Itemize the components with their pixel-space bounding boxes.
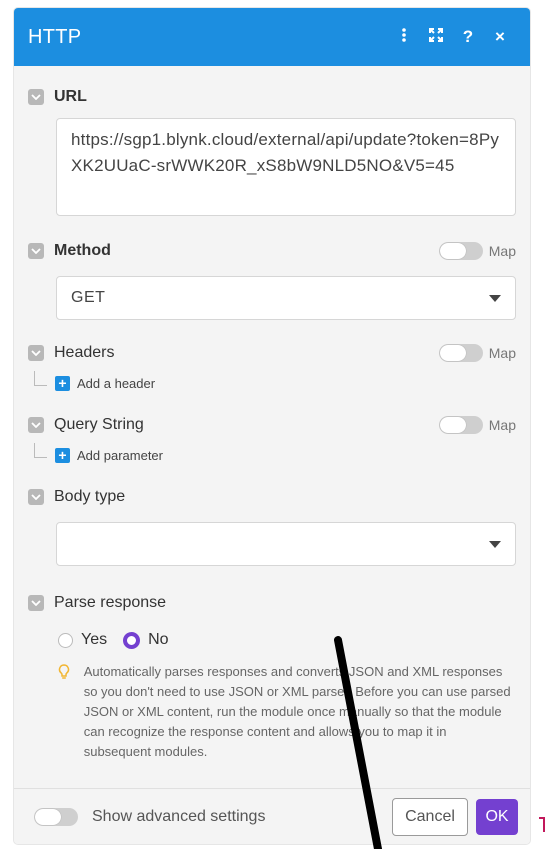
chevron-down-icon[interactable]	[28, 595, 44, 611]
more-vertical-icon[interactable]	[388, 27, 420, 48]
query-string-map-toggle[interactable]: Map	[438, 416, 516, 434]
add-parameter-button[interactable]: + Add parameter	[34, 442, 516, 468]
method-select[interactable]: GET	[56, 276, 516, 320]
method-section-header: Method Map	[28, 238, 516, 264]
panel-title: HTTP	[28, 25, 82, 48]
help-icon[interactable]: ?	[452, 27, 484, 47]
edge-marker	[539, 817, 545, 832]
lightbulb-icon	[58, 662, 74, 762]
plus-icon: +	[55, 375, 70, 391]
url-input[interactable]: https://sgp1.blynk.cloud/external/api/up…	[56, 118, 516, 216]
body-type-section-header: Body type	[28, 484, 516, 510]
map-label: Map	[488, 243, 516, 259]
radio-yes[interactable]	[58, 632, 73, 648]
chevron-down-icon[interactable]	[28, 89, 44, 105]
query-string-label: Query String	[54, 416, 144, 433]
url-section-header: URL	[28, 84, 516, 110]
tree-connector	[34, 370, 47, 386]
cancel-button[interactable]: Cancel	[392, 798, 468, 836]
headers-map-toggle[interactable]: Map	[438, 344, 516, 362]
method-map-toggle[interactable]: Map	[438, 242, 516, 260]
radio-yes-label[interactable]: Yes	[81, 631, 107, 649]
panel-body: URL https://sgp1.blynk.cloud/external/ap…	[14, 66, 530, 762]
advanced-settings-label[interactable]: Show advanced settings	[92, 808, 392, 826]
dropdown-caret-icon	[489, 294, 501, 302]
query-string-section-header: Query String Map	[28, 412, 516, 438]
toggle-switch[interactable]	[438, 416, 483, 434]
chevron-down-icon[interactable]	[28, 345, 44, 361]
close-icon[interactable]: ×	[484, 27, 516, 47]
hint-text: Automatically parses responses and conve…	[83, 664, 511, 759]
advanced-settings-toggle[interactable]	[34, 808, 78, 826]
body-type-select[interactable]	[56, 522, 516, 566]
panel-footer: Show advanced settings Cancel OK	[14, 788, 530, 844]
add-parameter-label: Add parameter	[77, 447, 163, 463]
body-type-label: Body type	[54, 488, 126, 505]
headers-label: Headers	[54, 344, 115, 361]
add-header-label: Add a header	[77, 375, 156, 391]
map-label: Map	[488, 345, 516, 361]
toggle-switch[interactable]	[438, 344, 483, 362]
chevron-down-icon[interactable]	[28, 489, 44, 505]
parse-response-section-header: Parse response	[28, 590, 516, 616]
http-module-panel: HTTP ? × URL https://sgp1.blynk.cloud/ex…	[14, 8, 530, 844]
parse-response-radio-group: Yes No	[58, 628, 516, 652]
map-label: Map	[488, 417, 516, 433]
toggle-switch[interactable]	[438, 242, 483, 260]
radio-no-label[interactable]: No	[148, 631, 168, 649]
add-header-button[interactable]: + Add a header	[34, 370, 516, 396]
expand-icon[interactable]	[420, 27, 452, 48]
parse-response-label: Parse response	[54, 594, 167, 611]
radio-no[interactable]	[123, 631, 141, 649]
dropdown-caret-icon	[489, 540, 501, 548]
tree-connector	[34, 442, 47, 458]
method-select-value: GET	[71, 289, 106, 306]
plus-icon: +	[55, 447, 70, 463]
chevron-down-icon[interactable]	[28, 417, 44, 433]
panel-header: HTTP ? ×	[14, 8, 530, 66]
method-label: Method	[54, 242, 111, 259]
chevron-down-icon[interactable]	[28, 243, 44, 259]
url-label: URL	[54, 88, 87, 105]
headers-section-header: Headers Map	[28, 340, 516, 366]
ok-button[interactable]: OK	[476, 799, 518, 835]
parse-response-hint: Automatically parses responses and conve…	[58, 662, 516, 762]
